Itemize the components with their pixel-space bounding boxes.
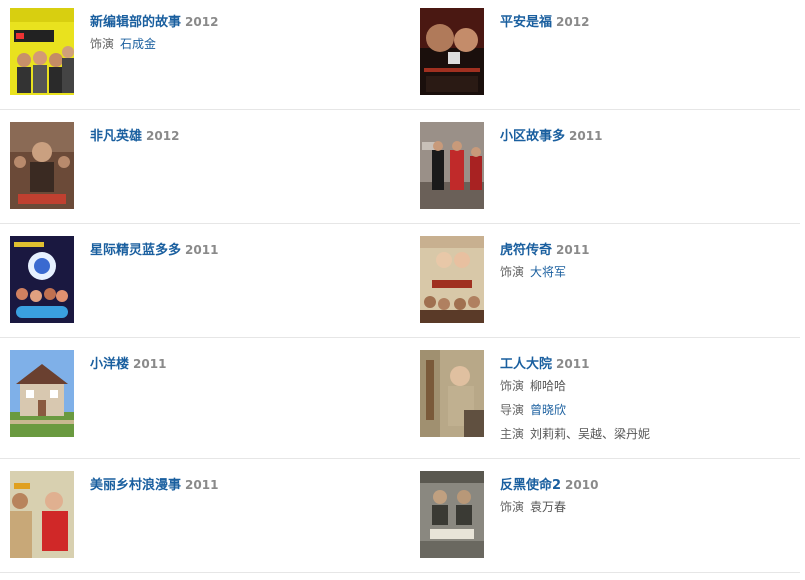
- meta-value-link[interactable]: 曾晓欣: [530, 403, 566, 417]
- meta-value-link[interactable]: 石成金: [120, 37, 156, 51]
- meta-label: 导演: [500, 403, 525, 417]
- item-title-link[interactable]: 虎符传奇: [500, 243, 552, 258]
- item-title-link[interactable]: 工人大院: [500, 357, 552, 372]
- poster-image[interactable]: [420, 236, 484, 323]
- meta-value: 刘莉莉、吴越、梁丹妮: [530, 427, 651, 441]
- poster-image[interactable]: [420, 471, 484, 558]
- item-year: 2011: [569, 129, 603, 143]
- meta-label: 饰演: [500, 500, 525, 514]
- poster-image[interactable]: [10, 236, 74, 323]
- item-title-link[interactable]: 星际精灵蓝多多: [90, 243, 181, 258]
- item-meta-line: 饰演 大将军: [500, 260, 800, 284]
- poster-image[interactable]: [420, 350, 484, 437]
- meta-label: 饰演: [500, 379, 525, 393]
- meta-label: 饰演: [500, 265, 525, 279]
- poster-image[interactable]: [10, 471, 74, 558]
- item-info: 反黑使命2 2010 饰演 袁万春: [500, 473, 800, 519]
- item-title-link[interactable]: 美丽乡村浪漫事: [90, 478, 181, 493]
- meta-value: 袁万春: [530, 500, 567, 514]
- list-row: 小洋楼 2011 工人大院 2011 饰演 柳哈哈 导演 曾晓欣 主演 刘莉莉、吴越、梁丹…: [0, 350, 800, 459]
- item-year: 2011: [556, 357, 590, 371]
- item-info: 星际精灵蓝多多 2011: [90, 238, 390, 260]
- list-row: 新编辑部的故事 2012 饰演 石成金 平安是福 2012: [0, 8, 800, 110]
- meta-label: 主演: [500, 427, 525, 441]
- item-title-link[interactable]: 小洋楼: [90, 357, 129, 372]
- item-year: 2012: [185, 15, 219, 29]
- item-year: 2011: [185, 478, 219, 492]
- item-info: 新编辑部的故事 2012 饰演 石成金: [90, 10, 390, 56]
- poster-image[interactable]: [10, 8, 74, 95]
- list-row: 美丽乡村浪漫事 2011 反黑使命2 2010 饰演 袁万春: [0, 471, 800, 573]
- list-row: 非凡英雄 2012 小区故事多 2011: [0, 122, 800, 224]
- item-year: 2011: [133, 357, 167, 371]
- poster-image[interactable]: [10, 122, 74, 209]
- item-year: 2010: [565, 478, 599, 492]
- meta-value-link[interactable]: 大将军: [530, 265, 566, 279]
- item-meta-line: 饰演 石成金: [90, 32, 390, 56]
- item-year: 2011: [185, 243, 219, 257]
- item-info: 平安是福 2012: [500, 10, 800, 32]
- poster-image[interactable]: [420, 122, 484, 209]
- item-info: 虎符传奇 2011 饰演 大将军: [500, 238, 800, 284]
- item-year: 2011: [556, 243, 590, 257]
- item-info: 工人大院 2011 饰演 柳哈哈 导演 曾晓欣 主演 刘莉莉、吴越、梁丹妮: [500, 352, 800, 446]
- item-info: 小洋楼 2011: [90, 352, 390, 374]
- item-title-link[interactable]: 非凡英雄: [90, 129, 142, 144]
- item-title-link[interactable]: 新编辑部的故事: [90, 15, 181, 30]
- list-row: 星际精灵蓝多多 2011 虎符传奇 2011 饰演 大将军: [0, 236, 800, 338]
- poster-image[interactable]: [420, 8, 484, 95]
- poster-image[interactable]: [10, 350, 74, 437]
- item-year: 2012: [556, 15, 590, 29]
- item-title-link[interactable]: 小区故事多: [500, 129, 565, 144]
- item-meta-line: 主演 刘莉莉、吴越、梁丹妮: [500, 422, 800, 446]
- item-year: 2012: [146, 129, 180, 143]
- meta-label: 饰演: [90, 37, 115, 51]
- item-meta-line: 饰演 柳哈哈: [500, 374, 800, 398]
- item-info: 美丽乡村浪漫事 2011: [90, 473, 390, 495]
- item-info: 小区故事多 2011: [500, 124, 800, 146]
- item-meta-line: 饰演 袁万春: [500, 495, 800, 519]
- meta-value: 柳哈哈: [530, 379, 567, 393]
- item-title-link[interactable]: 反黑使命2: [500, 478, 561, 493]
- item-info: 非凡英雄 2012: [90, 124, 390, 146]
- item-title-link[interactable]: 平安是福: [500, 15, 552, 30]
- item-meta-line: 导演 曾晓欣: [500, 398, 800, 422]
